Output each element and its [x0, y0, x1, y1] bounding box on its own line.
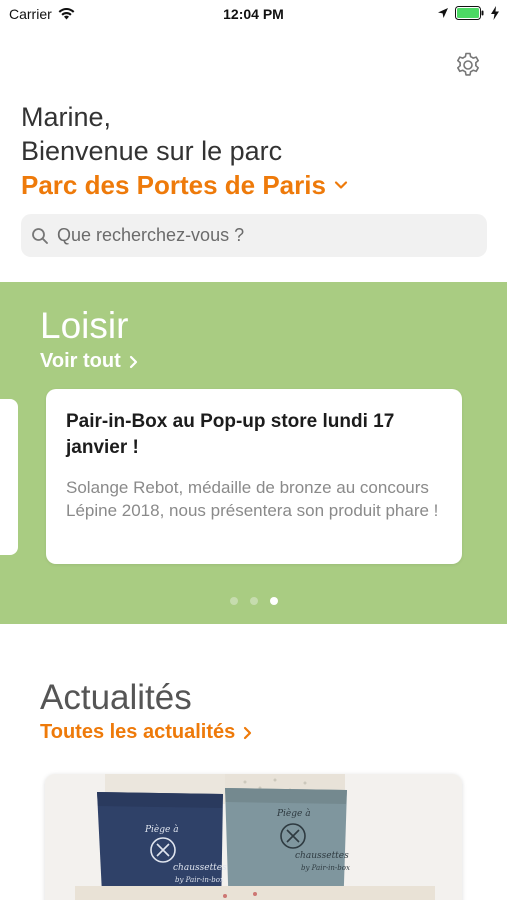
- previous-card-peek[interactable]: [0, 399, 18, 555]
- see-all-label[interactable]: Voir tout: [40, 350, 121, 373]
- news-card[interactable]: Piège à chaussettes by Pair-in-box Piège…: [45, 774, 462, 900]
- welcome-text: Bienvenue sur le parc: [21, 136, 283, 166]
- status-bar: Carrier 12:04 PM: [0, 0, 507, 30]
- greeting: Marine, Bienvenue sur le parc Parc des P…: [21, 100, 348, 202]
- location-arrow-icon: [438, 8, 448, 18]
- battery-icon: [455, 6, 484, 20]
- leisure-section: Loisir Voir tout Pair-in-Box au Pop-up s…: [0, 282, 507, 624]
- status-time: 12:04 PM: [223, 6, 284, 22]
- status-indicators: [437, 6, 499, 20]
- chevron-right-icon: [129, 355, 137, 368]
- chevron-right-icon: [244, 726, 252, 739]
- search-icon: [32, 227, 48, 244]
- chevron-down-icon: [334, 181, 348, 189]
- page-dot-2[interactable]: [250, 597, 258, 605]
- see-all-leisure-link[interactable]: Voir tout: [40, 350, 138, 373]
- page-dot-1[interactable]: [230, 597, 238, 605]
- search-bar[interactable]: [21, 214, 487, 257]
- bag-right-line2: chaussettes: [295, 851, 349, 861]
- bag-right-brand: by Pair-in-box: [301, 864, 350, 872]
- card-description: Solange Rebot, médaille de bronze au con…: [66, 478, 439, 520]
- bag-left-line1: Piège à: [144, 824, 179, 835]
- charging-bolt-icon: [491, 6, 499, 20]
- all-news-label[interactable]: Toutes les actualités: [40, 721, 235, 744]
- settings-button[interactable]: [452, 49, 484, 81]
- all-news-link[interactable]: Toutes les actualités: [40, 721, 252, 744]
- gear-icon: [457, 52, 479, 76]
- bag-left-brand: by Pair-in-box: [175, 876, 224, 884]
- bag-left-line2: chaussettes: [173, 863, 227, 873]
- park-selector[interactable]: Parc des Portes de Paris: [21, 168, 348, 202]
- leisure-card[interactable]: Pair-in-Box au Pop-up store lundi 17 jan…: [46, 389, 462, 564]
- news-image: Piège à chaussettes by Pair-in-box Piège…: [45, 774, 462, 900]
- park-name[interactable]: Parc des Portes de Paris: [21, 168, 326, 202]
- carousel-pagination[interactable]: [230, 597, 278, 605]
- section-title-leisure: Loisir: [40, 305, 129, 346]
- bag-right-line1: Piège à: [276, 808, 311, 819]
- section-title-news: Actualités: [40, 678, 192, 717]
- search-input[interactable]: [57, 225, 457, 246]
- card-title: Pair-in-Box au Pop-up store lundi 17 jan…: [66, 411, 395, 458]
- page-dot-3[interactable]: [270, 597, 278, 605]
- user-name: Marine,: [21, 102, 112, 132]
